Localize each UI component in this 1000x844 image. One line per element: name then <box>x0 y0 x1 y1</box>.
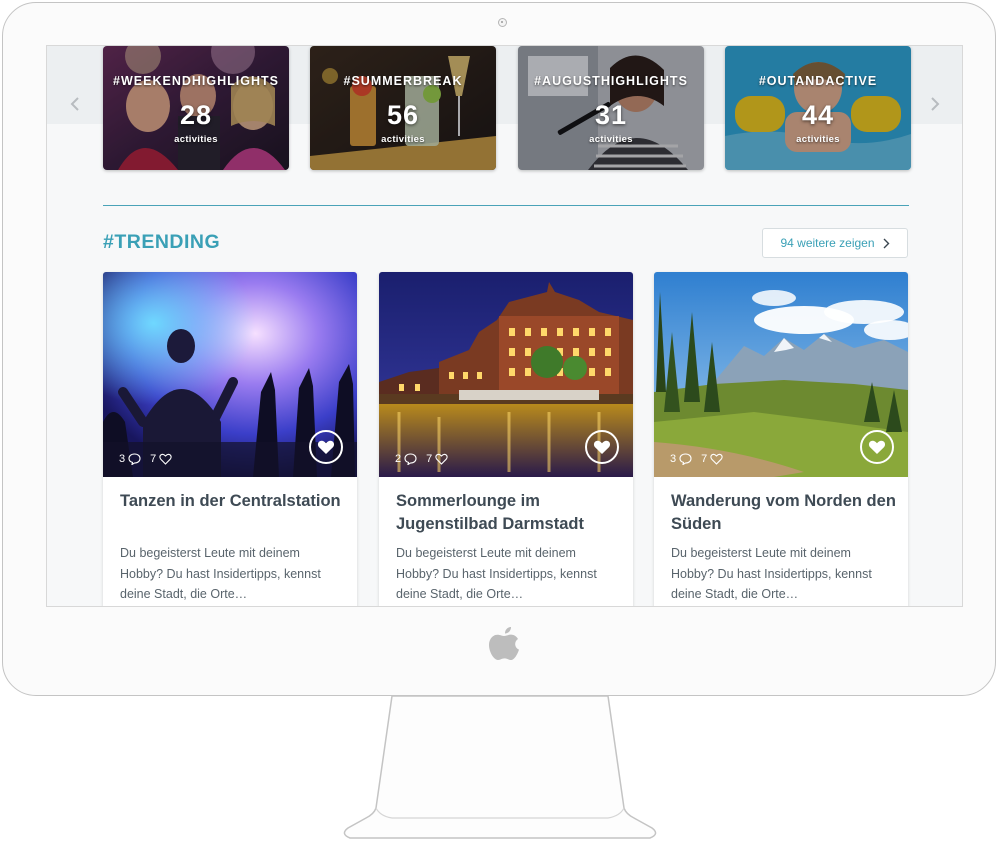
comment-count: 3 <box>670 453 677 465</box>
card-description: Du begeisterst Leute mit deinem Hobby? D… <box>396 546 597 601</box>
card-stats: 3 7 <box>119 453 178 465</box>
highlight-count: 56 <box>386 100 420 130</box>
highlight-unit: activities <box>589 134 633 145</box>
highlight-unit: activities <box>796 134 840 145</box>
card-title: Sommerlounge im Jugenstilbad Darmstadt <box>396 492 584 533</box>
chevron-right-icon <box>883 238 890 248</box>
speech-bubble-icon <box>128 453 141 465</box>
card-stats: 3 7 <box>670 453 729 465</box>
speech-bubble-icon <box>679 453 692 465</box>
chevron-right-icon <box>931 97 940 111</box>
like-count: 7 <box>150 453 157 465</box>
chevron-left-icon <box>70 97 79 111</box>
highlight-card-weekend[interactable]: #WEEKENDHIGHLIGHTS 28 activities <box>103 46 289 170</box>
carousel-prev-button[interactable] <box>65 90 85 118</box>
section-title: #TRENDING <box>103 231 221 253</box>
card-stats: 2 7 <box>395 453 454 465</box>
heart-icon <box>868 440 886 454</box>
camera-icon <box>498 18 507 27</box>
speech-bubble-icon <box>404 453 417 465</box>
show-more-button[interactable]: 94 weitere zeigen <box>762 228 908 258</box>
heart-outline-icon <box>710 453 723 465</box>
heart-icon <box>317 440 335 454</box>
highlight-card-summerbreak[interactable]: #SUMMERBREAK 56 activities <box>310 46 496 170</box>
highlight-tag: #OUTANDACTIVE <box>758 74 878 88</box>
trending-card[interactable]: 3 7 Tanzen in der Centralstation Du bege… <box>103 272 357 606</box>
card-title: Wanderung vom Norden den Süden <box>671 492 896 533</box>
highlight-tag: #WEEKENDHIGHLIGHTS <box>113 74 279 88</box>
card-title: Tanzen in der Centralstation <box>120 492 341 510</box>
heart-outline-icon <box>435 453 448 465</box>
highlight-tag: #AUGUSTHIGHLIGHTS <box>534 74 688 88</box>
heart-outline-icon <box>159 453 172 465</box>
like-count: 7 <box>701 453 708 465</box>
like-button[interactable] <box>585 430 619 464</box>
card-description: Du begeisterst Leute mit deinem Hobby? D… <box>120 546 321 601</box>
highlight-unit: activities <box>381 134 425 145</box>
carousel-next-button[interactable] <box>925 90 945 118</box>
imac-frame: #WEEKENDHIGHLIGHTS 28 activities #SUMMER… <box>2 2 996 696</box>
highlight-card-august[interactable]: #AUGUSTHIGHLIGHTS 31 activities <box>518 46 704 170</box>
highlight-count: 28 <box>179 100 213 130</box>
like-button[interactable] <box>860 430 894 464</box>
card-description: Du begeisterst Leute mit deinem Hobby? D… <box>671 546 872 601</box>
like-button[interactable] <box>309 430 343 464</box>
highlight-count: 44 <box>801 100 835 130</box>
trending-card[interactable]: 3 7 Wanderung vom Norden den Süden Du be… <box>654 272 908 606</box>
comment-count: 3 <box>119 453 126 465</box>
section-divider <box>103 205 909 206</box>
screen: #WEEKENDHIGHLIGHTS 28 activities #SUMMER… <box>46 45 963 607</box>
highlight-tag: #SUMMERBREAK <box>343 74 463 88</box>
imac-stand <box>343 696 657 839</box>
highlight-unit: activities <box>174 134 218 145</box>
show-more-label: 94 weitere zeigen <box>780 236 875 250</box>
highlight-card-outandactive[interactable]: #OUTANDACTIVE 44 activities <box>725 46 911 170</box>
highlight-count: 31 <box>594 100 628 130</box>
heart-icon <box>593 440 611 454</box>
like-count: 7 <box>426 453 433 465</box>
comment-count: 2 <box>395 453 402 465</box>
trending-card[interactable]: 2 7 Sommerlounge im Jugenstilbad Darmsta… <box>379 272 633 606</box>
apple-logo <box>489 627 519 660</box>
